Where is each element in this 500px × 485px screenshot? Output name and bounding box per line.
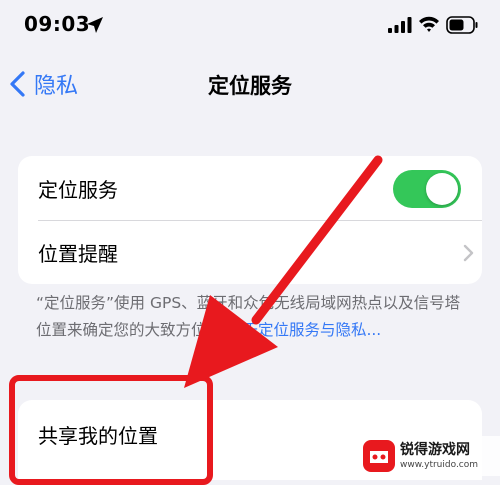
- watermark-url: www.ytruido.com: [400, 459, 479, 470]
- status-bar: 09:03: [0, 0, 500, 56]
- back-label: 隐私: [34, 74, 79, 99]
- about-location-privacy-link[interactable]: 关于定位服务与隐私...: [227, 321, 381, 339]
- location-arrow-icon: [87, 17, 103, 33]
- battery-icon: [446, 16, 478, 34]
- location-alerts-label: 位置提醒: [38, 242, 118, 266]
- back-button[interactable]: 隐私: [6, 66, 78, 102]
- location-services-toggle[interactable]: [393, 170, 461, 208]
- site-watermark: 锐得游戏网 www.ytruido.com: [358, 436, 500, 476]
- cellular-signal-icon: [388, 17, 412, 33]
- wifi-icon: [419, 16, 439, 32]
- location-services-row: 定位服务: [18, 156, 482, 220]
- status-time: 09:03: [24, 12, 91, 36]
- location-alerts-row[interactable]: 位置提醒: [18, 220, 482, 284]
- watermark-logo-icon: [363, 440, 395, 472]
- location-services-description: “定位服务”使用 GPS、蓝牙和众包无线局域网热点以及信号塔位置来确定您的大致方…: [36, 290, 466, 344]
- location-services-label: 定位服务: [38, 178, 118, 202]
- chevron-right-icon: [463, 244, 474, 262]
- toggle-knob: [426, 173, 458, 205]
- chevron-left-icon: [10, 71, 25, 97]
- location-settings-group: 定位服务 位置提醒: [18, 156, 482, 284]
- watermark-text: 锐得游戏网 www.ytruido.com: [400, 442, 478, 471]
- annotation-highlight-box: [9, 375, 213, 485]
- watermark-name: 锐得游戏网: [400, 441, 470, 458]
